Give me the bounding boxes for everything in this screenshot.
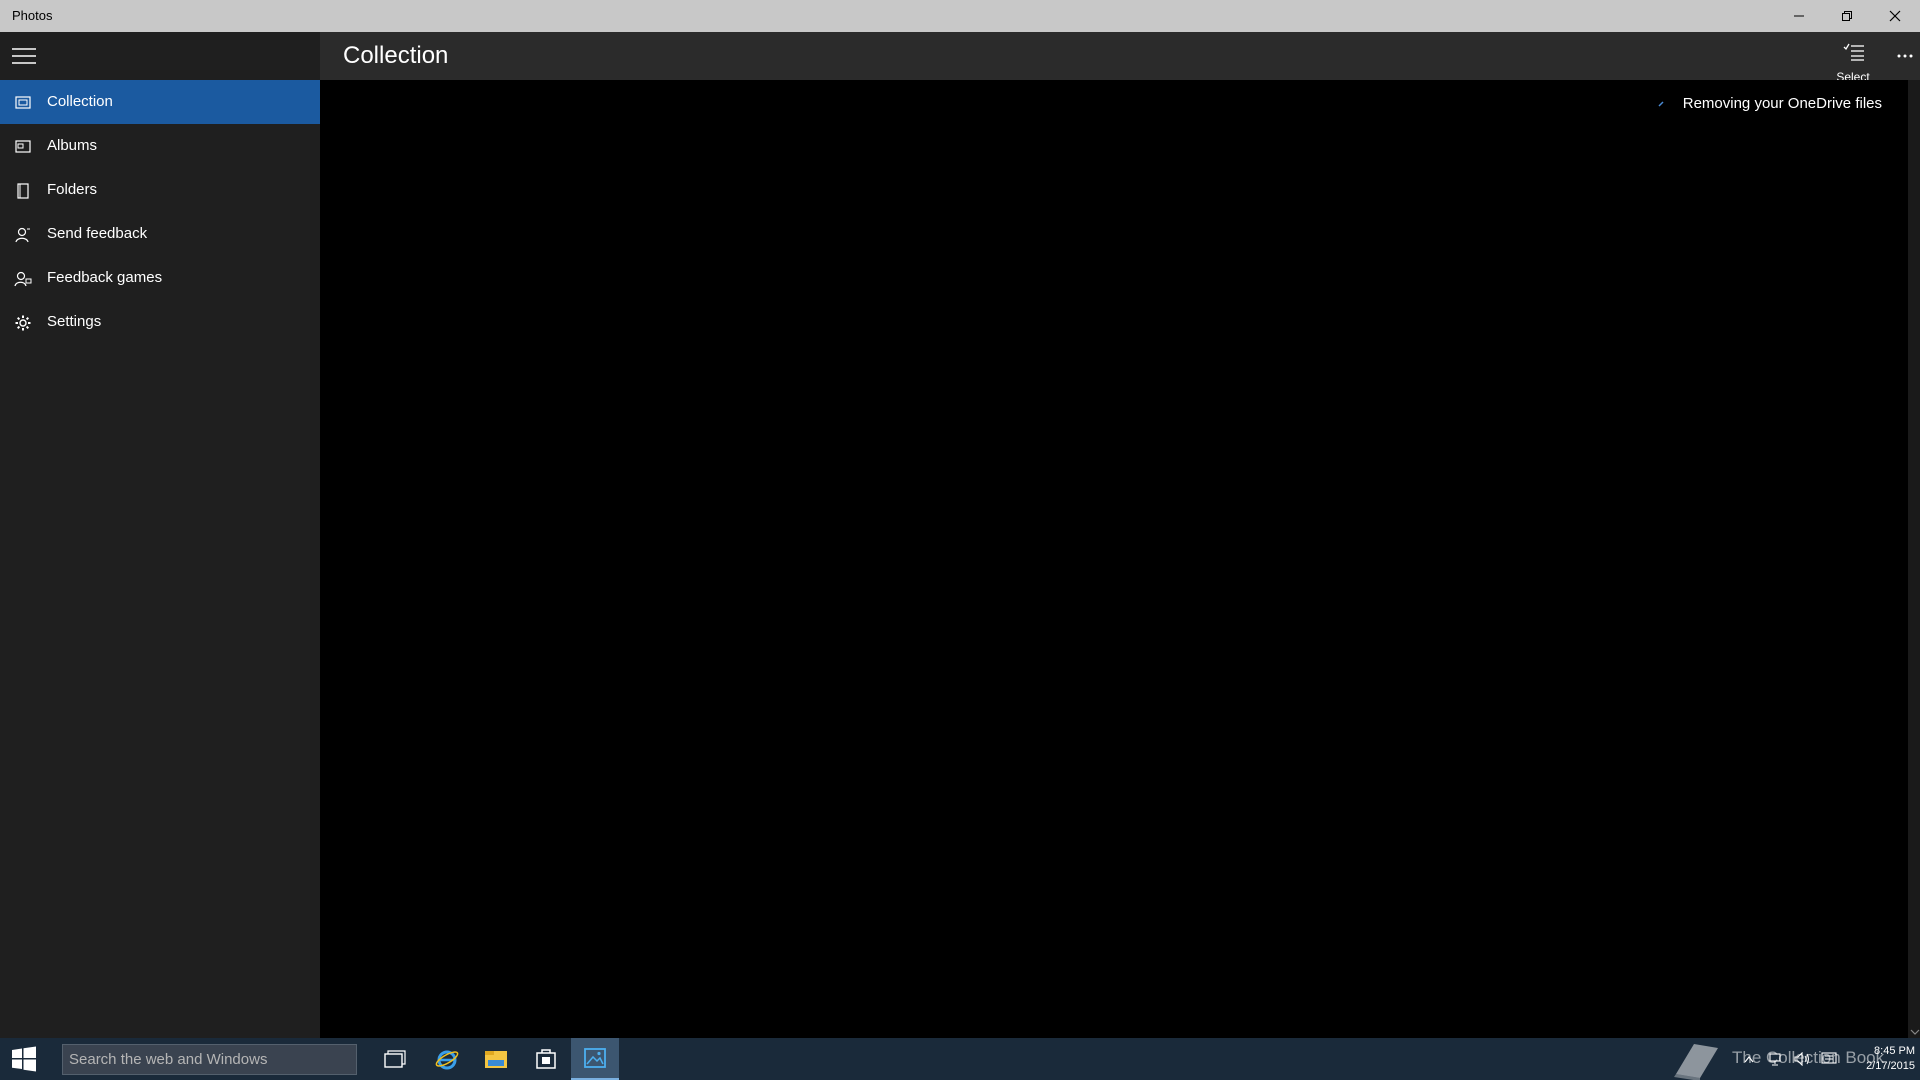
feedback-games-icon [14,271,32,287]
minimize-button[interactable] [1776,0,1822,32]
clock-date: 2/17/2015 [1866,1060,1915,1072]
taskbar: The Collection Book 8:45 PM 2/17/2015 [0,1038,1920,1080]
scroll-down-icon[interactable] [1910,1028,1920,1036]
sidebar-item-label: Folders [47,181,98,198]
window-title: Photos [12,8,53,23]
sidebar-item-label: Feedback games [47,269,163,286]
task-view-button[interactable] [371,1038,419,1080]
photos-icon [584,1048,606,1068]
internet-explorer-icon [435,1050,459,1070]
sidebar-item-collection[interactable]: Collection [0,80,320,124]
sidebar-nav: Collection Albums Folders Send feedback … [0,80,320,344]
sidebar-item-settings[interactable]: Settings [0,300,320,344]
progress-spinner-icon [1658,101,1664,107]
collection-icon [15,96,31,109]
feedback-icon [15,227,30,243]
store-icon [536,1049,556,1069]
taskbar-app-store[interactable] [522,1038,570,1080]
action-center-button[interactable] [1818,1038,1840,1080]
close-icon [1889,10,1901,22]
sidebar-item-feedback-games[interactable]: Feedback games [0,256,320,300]
windows-logo-icon [12,1046,36,1072]
sidebar-item-label: Albums [47,137,98,154]
sidebar: Collection Albums Folders Send feedback … [0,32,320,1038]
sidebar-item-label: Send feedback [47,225,148,242]
taskbar-app-photos[interactable] [571,1038,619,1080]
restore-icon [1842,11,1852,21]
vertical-scrollbar[interactable] [1908,80,1920,1038]
status-message: Removing your OneDrive files [1682,95,1882,112]
gear-icon [15,315,31,331]
page-title: Collection [343,42,449,69]
albums-icon [15,140,31,153]
sidebar-item-label: Settings [47,313,102,330]
close-button[interactable] [1872,0,1918,32]
taskbar-app-internet-explorer[interactable] [423,1038,471,1080]
more-icon [1897,54,1913,58]
taskbar-search-box[interactable] [62,1044,357,1075]
taskbar-app-file-explorer[interactable] [472,1038,520,1080]
sidebar-item-send-feedback[interactable]: Send feedback [0,212,320,256]
title-bar: Photos [0,0,1920,32]
file-explorer-icon [485,1051,507,1068]
clock-time: 8:45 PM [1874,1045,1915,1057]
speaker-icon [1794,1052,1809,1066]
hamburger-menu-button[interactable] [12,46,36,66]
select-list-icon [1843,43,1864,61]
sidebar-item-albums[interactable]: Albums [0,124,320,168]
taskbar-clock[interactable]: 8:45 PM 2/17/2015 [1845,1044,1915,1074]
collection-content: Removing your OneDrive files [320,80,1908,1038]
notification-icon [1821,1052,1837,1064]
task-view-icon [384,1050,406,1068]
network-button[interactable] [1766,1038,1788,1080]
more-options-button[interactable] [1890,32,1920,80]
search-input[interactable] [63,1045,356,1074]
volume-button[interactable] [1792,1038,1814,1080]
hamburger-icon [12,48,36,64]
show-hidden-icons-button[interactable] [1740,1038,1758,1080]
start-button[interactable] [0,1038,48,1080]
restore-button[interactable] [1824,0,1870,32]
page-header: Collection Select [320,32,1920,90]
sidebar-item-folders[interactable]: Folders [0,168,320,212]
book-icon [1674,1044,1718,1080]
minimize-icon [1794,15,1804,17]
sidebar-item-label: Collection [47,93,113,110]
folder-icon [17,183,29,199]
network-icon [1769,1053,1781,1066]
chevron-up-icon [1744,1056,1754,1063]
